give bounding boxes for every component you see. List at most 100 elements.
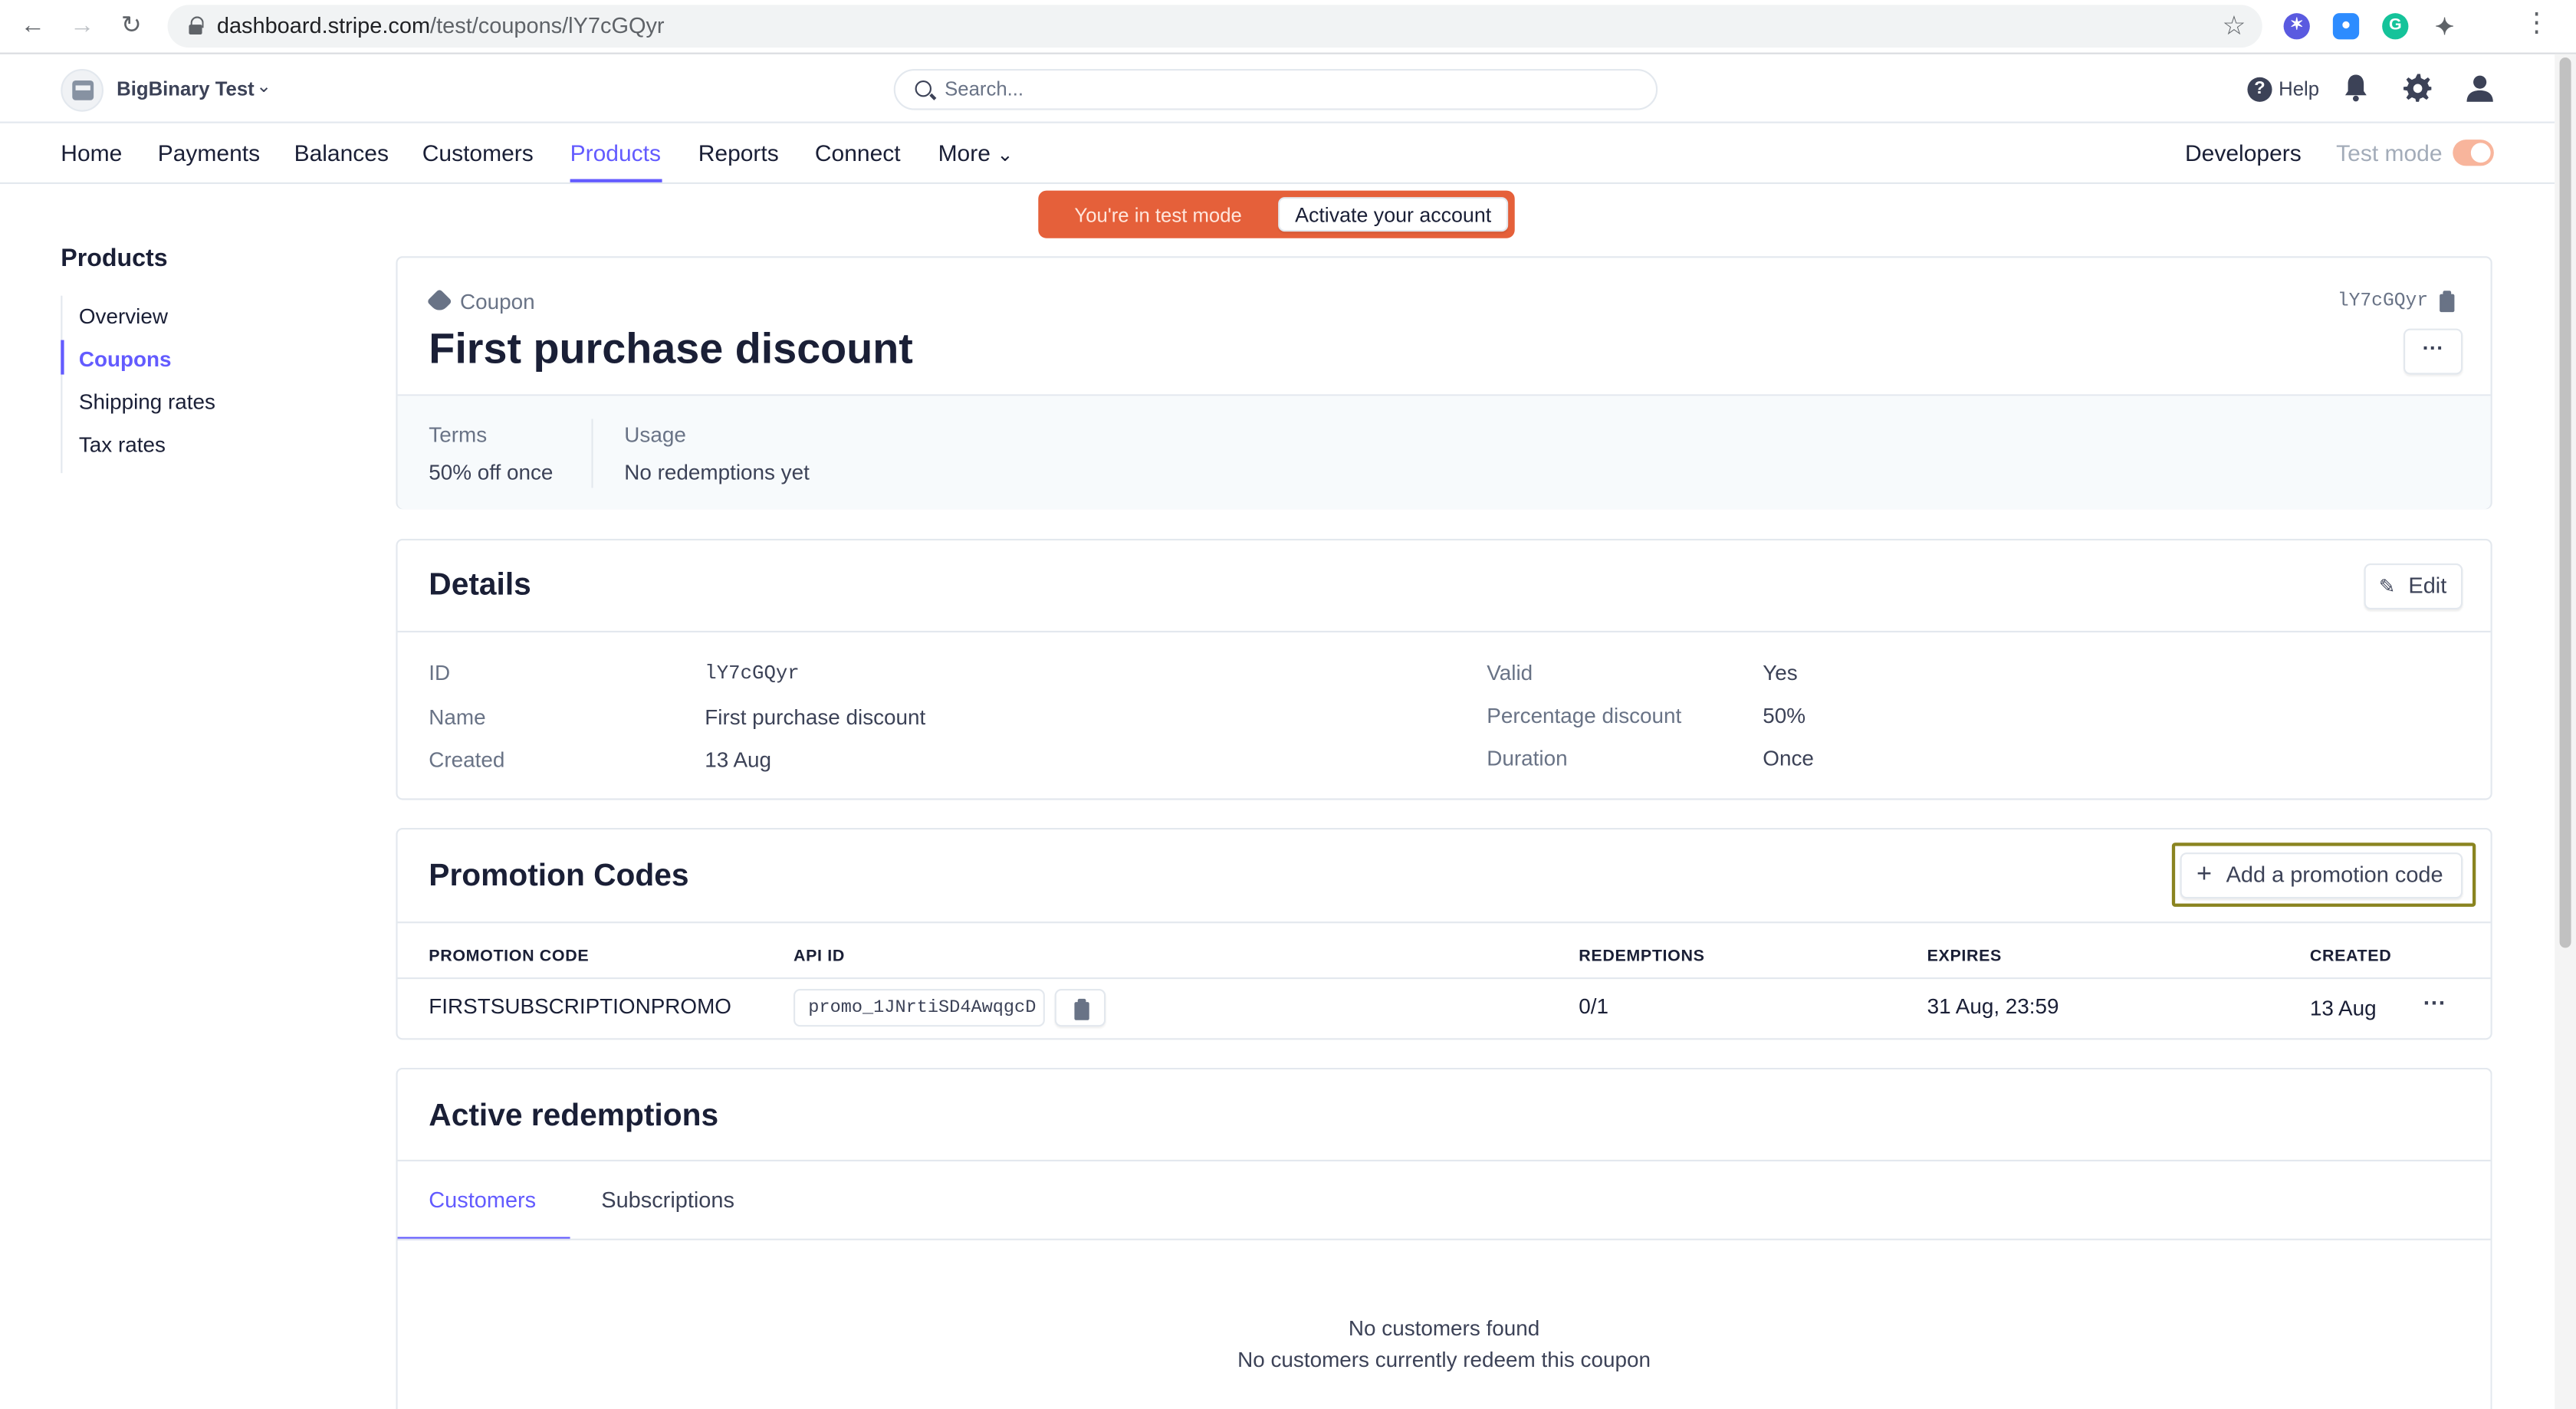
nav-home[interactable]: Home <box>61 140 122 166</box>
chevron-down-icon[interactable]: ⌄ <box>256 76 271 97</box>
extension-icon[interactable]: ✶ <box>2283 13 2310 40</box>
detail-label-name: Name <box>429 704 486 730</box>
clipboard-icon <box>1074 998 1089 1020</box>
test-mode-label: Test mode <box>2336 140 2443 166</box>
test-mode-banner-text: You're in test mode <box>1074 203 1242 227</box>
detail-label-percentage: Percentage discount <box>1487 703 1682 728</box>
tag-icon <box>426 288 452 314</box>
detail-value-valid: Yes <box>1763 660 1798 685</box>
detail-value-percentage: 50% <box>1763 703 1806 728</box>
promo-code-cell: FIRSTSUBSCRIPTIONPROMO <box>429 994 731 1019</box>
account-name[interactable]: BigBinary Test <box>117 77 255 100</box>
coupon-header-card: Coupon First purchase discount lY7cGQyr … <box>396 256 2492 510</box>
edit-button[interactable]: ✎ Edit <box>2364 563 2463 609</box>
coupon-summary: Terms 50% off once Usage No redemptions … <box>397 394 2491 510</box>
nav-more-label: More <box>938 140 991 166</box>
help-icon[interactable]: ? <box>2247 77 2272 102</box>
column-header-promotion-code: PROMOTION CODE <box>429 948 590 966</box>
forward-icon[interactable]: → <box>69 12 95 39</box>
copy-api-id-button[interactable] <box>1054 989 1106 1027</box>
sidebar-item-overview[interactable]: Overview <box>79 304 168 328</box>
promo-header-divider <box>397 921 2491 924</box>
usage-label: Usage <box>624 422 686 447</box>
scrollbar-thumb[interactable] <box>2559 57 2571 948</box>
tab-subscriptions[interactable]: Subscriptions <box>601 1187 734 1212</box>
detail-label-duration: Duration <box>1487 745 1568 770</box>
column-header-api-id: API ID <box>794 948 845 966</box>
summary-divider <box>591 419 593 488</box>
detail-value-duration: Once <box>1763 745 1814 770</box>
row-actions-icon[interactable]: ··· <box>2423 989 2446 1015</box>
empty-state-subtitle: No customers currently redeem this coupo… <box>1237 1347 1651 1372</box>
terms-label: Terms <box>429 422 488 447</box>
puzzle-extensions-icon[interactable]: ✦ <box>2431 13 2457 39</box>
sidebar-title: Products <box>61 245 168 273</box>
expires-cell: 31 Aug, 23:59 <box>1927 994 2059 1019</box>
browser-menu-icon[interactable]: ⋮ <box>2523 11 2549 38</box>
column-header-expires: EXPIRES <box>1927 948 2002 966</box>
tab-customers[interactable]: Customers <box>429 1187 536 1212</box>
empty-state-title: No customers found <box>1348 1315 1540 1341</box>
sidebar-item-shipping-rates[interactable]: Shipping rates <box>79 389 215 414</box>
account-icon[interactable] <box>61 69 104 112</box>
detail-value-created: 13 Aug <box>705 747 772 773</box>
api-id-value: promo_1JNrtiSD4AwqgcD <box>808 998 1037 1019</box>
created-cell: 13 Aug <box>2309 995 2377 1020</box>
terms-value: 50% off once <box>429 460 554 485</box>
search-input[interactable] <box>945 77 1635 100</box>
add-promotion-code-label: Add a promotion code <box>2226 862 2443 888</box>
nav-payments[interactable]: Payments <box>158 140 260 166</box>
bookmark-star-icon[interactable]: ☆ <box>2223 10 2246 43</box>
sidebar-item-coupons[interactable]: Coupons <box>79 347 172 371</box>
dashboard-topbar: BigBinary Test ⌄ ? Help <box>0 54 2555 123</box>
page-scrollbar[interactable] <box>2555 54 2576 1409</box>
nav-balances[interactable]: Balances <box>294 140 389 166</box>
gear-icon[interactable] <box>2404 74 2432 102</box>
clipboard-icon[interactable] <box>2440 291 2455 313</box>
url-text: dashboard.stripe.com/test/coupons/lY7cGQ… <box>216 13 665 38</box>
promotion-codes-title: Promotion Codes <box>429 859 689 894</box>
nav-more[interactable]: More ⌄ <box>938 140 1014 166</box>
promotion-codes-card: Promotion Codes + Add a promotion code P… <box>396 828 2492 1040</box>
test-mode-banner: You're in test mode Activate your accoun… <box>1038 190 1515 238</box>
coupon-kicker: Coupon <box>460 289 535 314</box>
page-title: First purchase discount <box>429 324 913 373</box>
active-redemptions-card: Active redemptions Customers Subscriptio… <box>396 1067 2492 1409</box>
plus-icon: + <box>2196 860 2213 889</box>
nav-developers[interactable]: Developers <box>2185 140 2302 166</box>
usage-value: No redemptions yet <box>624 460 810 485</box>
promo-row-divider <box>397 977 2491 980</box>
active-redemptions-title: Active redemptions <box>429 1099 719 1134</box>
nav-active-indicator <box>570 179 662 182</box>
reload-icon[interactable]: ↻ <box>118 12 144 39</box>
nav-reports[interactable]: Reports <box>698 140 779 166</box>
activate-account-button[interactable]: Activate your account <box>1278 197 1509 232</box>
zoom-extension-icon[interactable]: ● <box>2332 13 2360 40</box>
column-header-created: CREATED <box>2309 948 2392 966</box>
details-divider <box>397 630 2491 632</box>
search-bar[interactable] <box>893 69 1658 110</box>
test-mode-toggle[interactable] <box>2453 140 2494 166</box>
column-header-redemptions: REDEMPTIONS <box>1579 948 1705 966</box>
nav-products[interactable]: Products <box>570 140 661 166</box>
api-id-field[interactable]: promo_1JNrtiSD4AwqgcD <box>794 989 1045 1027</box>
address-bar[interactable]: dashboard.stripe.com/test/coupons/lY7cGQ… <box>167 5 2262 48</box>
nav-customers[interactable]: Customers <box>422 140 534 166</box>
detail-label-created: Created <box>429 747 505 773</box>
sidebar-item-tax-rates[interactable]: Tax rates <box>79 432 166 457</box>
chevron-down-icon: ⌄ <box>997 143 1014 166</box>
help-link[interactable]: Help <box>2279 77 2319 100</box>
coupon-id-chip[interactable]: lY7cGQyr <box>2338 291 2428 312</box>
main-nav: Home Payments Balances Customers Product… <box>0 123 2555 184</box>
search-icon <box>915 80 932 97</box>
back-icon[interactable]: ← <box>20 12 46 39</box>
detail-value-name: First purchase discount <box>705 704 926 730</box>
bell-icon[interactable] <box>2344 74 2367 102</box>
nav-connect[interactable]: Connect <box>815 140 901 166</box>
detail-label-id: ID <box>429 660 451 685</box>
grammarly-extension-icon[interactable]: G <box>2382 13 2409 40</box>
lock-icon <box>189 16 204 34</box>
user-icon[interactable] <box>2466 74 2493 102</box>
more-actions-button[interactable]: ··· <box>2404 328 2463 375</box>
add-promotion-code-button[interactable]: + Add a promotion code <box>2180 852 2463 899</box>
